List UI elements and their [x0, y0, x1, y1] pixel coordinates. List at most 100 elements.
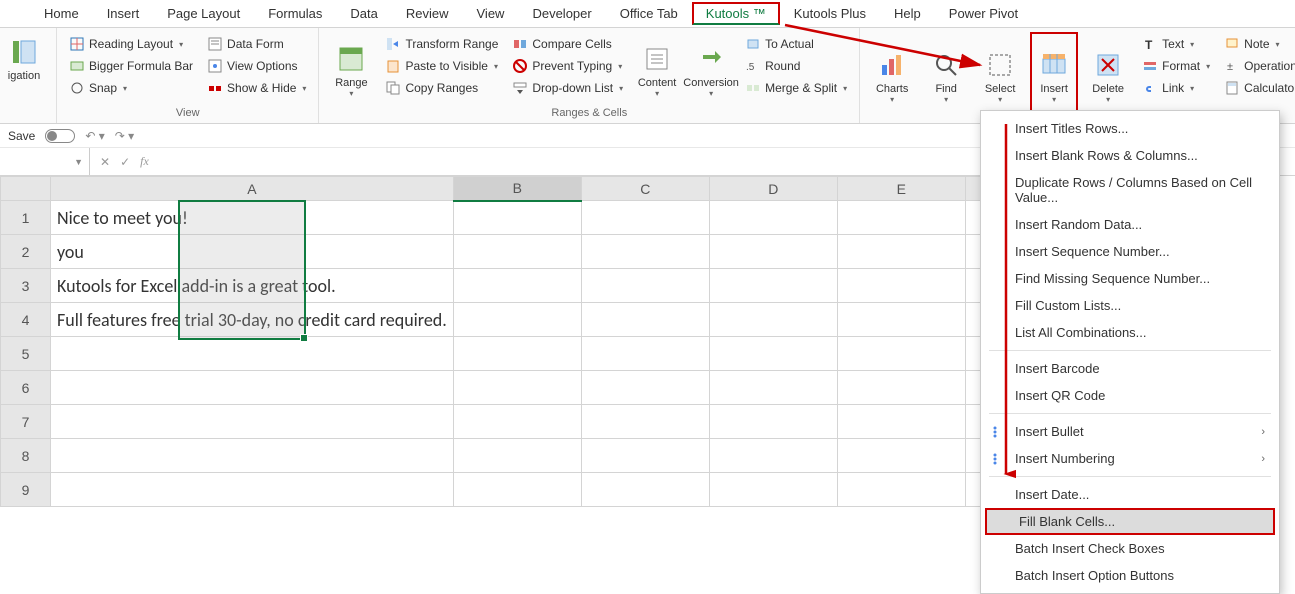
autosave-toggle[interactable] — [45, 129, 75, 143]
cell[interactable] — [581, 371, 709, 405]
menu-item[interactable]: List All Combinations... — [981, 319, 1279, 346]
tab-developer[interactable]: Developer — [518, 2, 605, 25]
cell[interactable] — [581, 269, 709, 303]
select-all-corner[interactable] — [1, 177, 51, 201]
cell[interactable]: Nice to meet you! — [51, 201, 454, 235]
show-hide-button[interactable]: Show & Hide▾ — [203, 78, 310, 98]
cell[interactable] — [581, 235, 709, 269]
cell[interactable] — [709, 405, 837, 439]
row-header[interactable]: 6 — [1, 371, 51, 405]
cancel-formula-icon[interactable]: ✕ — [100, 155, 110, 169]
cell[interactable] — [453, 337, 581, 371]
menu-item[interactable]: Duplicate Rows / Columns Based on Cell V… — [981, 169, 1279, 211]
cell[interactable] — [837, 405, 965, 439]
round-button[interactable]: .5 Round — [741, 56, 851, 76]
prevent-typing-button[interactable]: Prevent Typing▾ — [508, 56, 627, 76]
cell[interactable] — [581, 337, 709, 371]
col-header-B[interactable]: B — [453, 177, 581, 201]
content-button[interactable]: Content ▾ — [633, 32, 681, 105]
snap-button[interactable]: Snap▾ — [65, 78, 197, 98]
cell[interactable] — [837, 303, 965, 337]
tab-page-layout[interactable]: Page Layout — [153, 2, 254, 25]
data-form-button[interactable]: Data Form — [203, 34, 310, 54]
menu-item[interactable]: Batch Insert Option Buttons — [981, 562, 1279, 589]
charts-button[interactable]: Charts ▾ — [868, 32, 916, 117]
row-header[interactable]: 3 — [1, 269, 51, 303]
to-actual-button[interactable]: To Actual — [741, 34, 851, 54]
view-options-button[interactable]: View Options — [203, 56, 310, 76]
cell[interactable] — [837, 201, 965, 235]
cell[interactable] — [453, 235, 581, 269]
cell[interactable] — [709, 235, 837, 269]
cell[interactable]: Full features free trial 30-day, no cred… — [51, 303, 454, 337]
cell[interactable] — [709, 371, 837, 405]
row-header[interactable]: 7 — [1, 405, 51, 439]
merge-split-button[interactable]: Merge & Split▾ — [741, 78, 851, 98]
compare-cells-button[interactable]: Compare Cells — [508, 34, 627, 54]
delete-button[interactable]: Delete ▾ — [1084, 32, 1132, 117]
col-header-C[interactable]: C — [581, 177, 709, 201]
fx-icon[interactable]: fx — [140, 154, 149, 169]
find-button[interactable]: Find ▾ — [922, 32, 970, 117]
menu-item[interactable]: Insert Sequence Number... — [981, 238, 1279, 265]
cell[interactable] — [709, 201, 837, 235]
cell[interactable] — [51, 473, 454, 507]
cell[interactable] — [709, 439, 837, 473]
cell[interactable]: Kutools for Excel add-in is a great tool… — [51, 269, 454, 303]
tab-office-tab[interactable]: Office Tab — [606, 2, 692, 25]
tab-help[interactable]: Help — [880, 2, 935, 25]
row-header[interactable]: 1 — [1, 201, 51, 235]
menu-item[interactable]: Fill Custom Lists... — [981, 292, 1279, 319]
cell[interactable] — [837, 439, 965, 473]
cell[interactable] — [453, 405, 581, 439]
cell[interactable] — [453, 439, 581, 473]
menu-item[interactable]: Insert Blank Rows & Columns... — [981, 142, 1279, 169]
tab-data[interactable]: Data — [336, 2, 391, 25]
cell[interactable] — [709, 269, 837, 303]
name-box[interactable]: ▼ — [0, 148, 90, 175]
tab-kutools[interactable]: Kutools ™ — [692, 2, 780, 25]
conversion-button[interactable]: Conversion ▾ — [687, 32, 735, 105]
menu-item[interactable]: Fill Blank Cells... — [985, 508, 1275, 535]
format-button[interactable]: Format▾ — [1138, 56, 1214, 76]
menu-item[interactable]: Insert Random Data... — [981, 211, 1279, 238]
row-header[interactable]: 4 — [1, 303, 51, 337]
tab-review[interactable]: Review — [392, 2, 463, 25]
cell[interactable] — [709, 473, 837, 507]
cell[interactable] — [709, 303, 837, 337]
cell[interactable] — [581, 303, 709, 337]
cell[interactable] — [51, 337, 454, 371]
note-button[interactable]: Note▾ — [1220, 34, 1295, 54]
cell[interactable]: you — [51, 235, 454, 269]
cell[interactable] — [581, 201, 709, 235]
navigation-button[interactable]: igation — [0, 32, 48, 82]
menu-item[interactable]: Insert Bullet› — [981, 418, 1279, 445]
paste-to-visible-button[interactable]: Paste to Visible▾ — [381, 56, 502, 76]
select-button[interactable]: Select ▾ — [976, 32, 1024, 117]
menu-item[interactable]: Insert Titles Rows... — [981, 115, 1279, 142]
row-header[interactable]: 8 — [1, 439, 51, 473]
tab-home[interactable]: Home — [30, 2, 93, 25]
cell[interactable] — [837, 337, 965, 371]
text-button[interactable]: T Text▾ — [1138, 34, 1214, 54]
tab-insert[interactable]: Insert — [93, 2, 154, 25]
row-header[interactable]: 5 — [1, 337, 51, 371]
col-header-E[interactable]: E — [837, 177, 965, 201]
tab-view[interactable]: View — [463, 2, 519, 25]
row-header[interactable]: 9 — [1, 473, 51, 507]
cell[interactable] — [51, 371, 454, 405]
menu-item[interactable]: Batch Insert Check Boxes — [981, 535, 1279, 562]
menu-item[interactable]: Find Missing Sequence Number... — [981, 265, 1279, 292]
cell[interactable] — [51, 439, 454, 473]
cell[interactable] — [581, 439, 709, 473]
reading-layout-button[interactable]: Reading Layout▾ — [65, 34, 197, 54]
cell[interactable] — [453, 473, 581, 507]
row-header[interactable]: 2 — [1, 235, 51, 269]
cell[interactable] — [453, 303, 581, 337]
range-button[interactable]: Range ▾ — [327, 32, 375, 105]
col-header-A[interactable]: A — [51, 177, 454, 201]
tab-power-pivot[interactable]: Power Pivot — [935, 2, 1032, 25]
cell[interactable] — [837, 371, 965, 405]
tab-kutools-plus[interactable]: Kutools Plus — [780, 2, 880, 25]
cell[interactable] — [453, 371, 581, 405]
